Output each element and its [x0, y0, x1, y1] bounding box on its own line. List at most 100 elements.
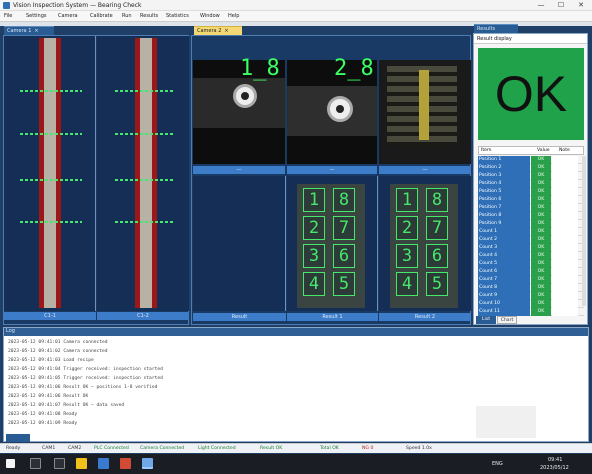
log-line: 2023-05-12 09:41:05 Trigger received: in… [8, 376, 163, 381]
row-value: OK [531, 276, 551, 284]
row-value: OK [531, 180, 551, 188]
digit-cell: 5 [333, 272, 355, 296]
menu-calibrate[interactable]: Calibrate [90, 13, 113, 19]
bearing-strip-core [44, 38, 56, 308]
start-icon[interactable] [6, 459, 15, 468]
tab-list[interactable]: List [476, 316, 496, 324]
row-name: Count 10 [478, 300, 530, 308]
log-line: 2023-05-12 09:41:03 Load recipe [8, 358, 94, 363]
menu-statistics[interactable]: Statistics [166, 13, 189, 19]
clock-time[interactable]: 09:41 [548, 457, 562, 463]
tab-results[interactable]: Results [474, 24, 518, 33]
tab-camera-2[interactable]: Camera 2 × [194, 26, 242, 35]
table-row[interactable]: Position 6 OK [478, 196, 584, 204]
row-value: OK [531, 220, 551, 228]
clock-date[interactable]: 2023/05/12 [540, 465, 569, 471]
camera-1-view-a[interactable] [4, 36, 96, 311]
app-icon[interactable] [98, 458, 109, 469]
table-row[interactable]: Count 11 OK [478, 308, 584, 316]
digit-cell: 5 [426, 272, 448, 296]
menu-window[interactable]: Window [200, 13, 220, 19]
app-icon[interactable] [120, 458, 131, 469]
table-row[interactable]: Count 1 OK [478, 228, 584, 236]
row-note [552, 252, 578, 260]
close-icon[interactable]: × [34, 28, 38, 34]
digit-cell: 1 [303, 188, 325, 212]
table-row[interactable]: Position 1 OK [478, 156, 584, 164]
bearing-image [233, 84, 257, 108]
table-row[interactable]: Position 8 OK [478, 212, 584, 220]
results-header-field: Result display [477, 36, 512, 42]
menu-results[interactable]: Results [140, 13, 158, 19]
row-note [552, 188, 578, 196]
log-line: 2023-05-12 09:41:09 Ready [8, 421, 78, 426]
digit-cell: 8 [333, 188, 355, 212]
window-title: Vision Inspection System — Bearing Check [13, 2, 142, 9]
close-button[interactable]: ✕ [571, 0, 591, 11]
inspection-app-icon[interactable] [142, 458, 153, 469]
log-line: 2023-05-12 09:41:04 Trigger received: in… [8, 367, 163, 372]
scrollbar[interactable] [582, 156, 586, 306]
maximize-button[interactable]: ☐ [551, 0, 571, 11]
detection-line [20, 133, 82, 135]
camera-2-image-3[interactable] [379, 60, 471, 164]
log-line: 2023-05-12 09:41:06 Result OK [8, 394, 89, 399]
table-row[interactable]: Count 3 OK [478, 244, 584, 252]
tab-camera-2-label: Camera 2 [197, 28, 222, 34]
menu-run[interactable]: Run [122, 13, 132, 19]
detection-line [115, 221, 175, 223]
tab-chart[interactable]: Chart [497, 316, 517, 324]
table-row[interactable]: Count 2 OK [478, 236, 584, 244]
row-value: OK [531, 244, 551, 252]
camera-1-view-b[interactable] [97, 36, 189, 311]
camera-2-panel: 1_8 2_8 — — — 1 8 2 7 3 6 4 5 1 8 2 7 3 … [191, 35, 471, 325]
row-name: Count 9 [478, 292, 530, 300]
table-row[interactable]: Position 3 OK [478, 172, 584, 180]
row-name: Position 3 [478, 172, 530, 180]
table-row[interactable]: Position 4 OK [478, 180, 584, 188]
row-name: Position 7 [478, 204, 530, 212]
tab-camera-1[interactable]: Camera 1 × [4, 26, 54, 35]
row-value: OK [531, 156, 551, 164]
row-note [552, 276, 578, 284]
menu-camera[interactable]: Camera [58, 13, 78, 19]
digit-grid-b: 1 8 2 7 3 6 4 5 [390, 184, 458, 308]
table-row[interactable]: Count 8 OK [478, 284, 584, 292]
row-name: Count 4 [478, 252, 530, 260]
row-name: Count 1 [478, 228, 530, 236]
table-row[interactable]: Count 10 OK [478, 300, 584, 308]
table-row[interactable]: Count 6 OK [478, 268, 584, 276]
table-row[interactable]: Position 5 OK [478, 188, 584, 196]
table-row[interactable]: Position 9 OK [478, 220, 584, 228]
table-row[interactable]: Position 2 OK [478, 164, 584, 172]
search-icon[interactable] [30, 458, 41, 469]
menu-help[interactable]: Help [228, 13, 239, 19]
status-cell: Camera Connected [140, 446, 185, 451]
close-icon[interactable]: × [224, 28, 228, 34]
table-row[interactable]: Count 4 OK [478, 252, 584, 260]
bearing-strip-core [140, 38, 152, 308]
row-value: OK [531, 292, 551, 300]
log-line: 2023-05-12 09:41:07 Result OK — data sav… [8, 403, 125, 408]
minimize-button[interactable]: — [531, 0, 551, 11]
table-row[interactable]: Position 7 OK [478, 204, 584, 212]
menu-settings[interactable]: Settings [26, 13, 47, 19]
detection-line [115, 133, 175, 135]
menu-file[interactable]: File [4, 13, 12, 19]
row-name: Position 1 [478, 156, 530, 164]
language-indicator[interactable]: ENG [492, 461, 503, 467]
row-value: OK [531, 308, 551, 316]
task-view-icon[interactable] [54, 458, 65, 469]
row-value: OK [531, 204, 551, 212]
camera-2-view-empty[interactable] [193, 176, 286, 311]
table-row[interactable]: Count 5 OK [478, 260, 584, 268]
folder-icon[interactable] [76, 458, 87, 469]
digit-cell: 4 [303, 272, 325, 296]
table-row[interactable]: Count 7 OK [478, 276, 584, 284]
log-tab[interactable] [6, 434, 30, 442]
log-title: Log [4, 328, 588, 336]
row-value: OK [531, 188, 551, 196]
view-footer: Result 2 [379, 313, 471, 321]
log-line: 2023-05-12 09:41:02 Camera connected [8, 349, 108, 354]
table-row[interactable]: Count 9 OK [478, 292, 584, 300]
